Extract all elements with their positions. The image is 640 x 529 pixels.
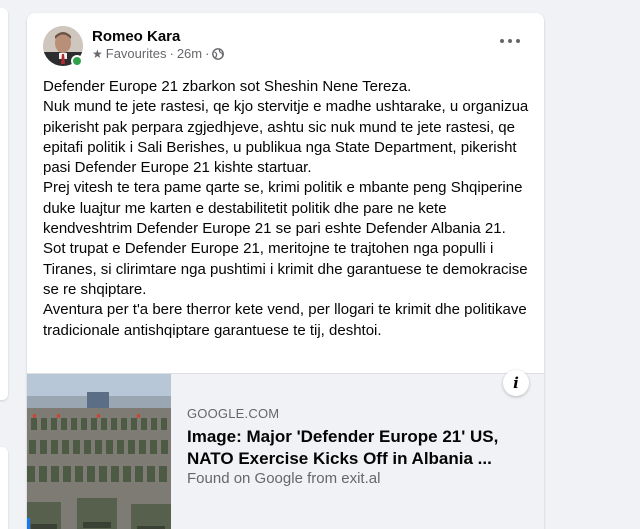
audience-label[interactable]: Favourites: [106, 46, 167, 61]
post-timestamp[interactable]: 26m: [177, 46, 202, 61]
post-paragraph: Defender Europe 21 zbarkon sot Sheshin N…: [43, 78, 412, 95]
link-domain: GOOGLE.COM: [187, 406, 280, 421]
info-icon[interactable]: i: [503, 370, 529, 396]
post-body: Defender Europe 21 zbarkon sot Sheshin N…: [43, 77, 538, 341]
meta-separator-2: ·: [205, 46, 210, 61]
post-paragraph: Sot trupat e Defender Europe 21, meritoj…: [43, 240, 528, 298]
focus-indicator: [27, 518, 30, 529]
feed-post: Romeo Kara ★ Favourites · 26m · Defender…: [27, 13, 544, 529]
post-paragraph: Prej vitesh te tera pame qarte se, krimi…: [43, 179, 523, 238]
star-icon: ★: [92, 46, 103, 61]
post-author-name[interactable]: Romeo Kara: [92, 28, 180, 45]
link-description: Found on Google from exit.al: [187, 470, 381, 487]
meta-separator: ·: [169, 46, 174, 61]
link-preview-card[interactable]: GOOGLE.COM Image: Major 'Defender Europe…: [27, 370, 544, 529]
link-title[interactable]: Image: Major 'Defender Europe 21' US, NA…: [187, 426, 532, 470]
post-paragraph: Aventura per t'a bere therror kete vend,…: [43, 301, 527, 339]
online-status-dot: [71, 55, 83, 67]
post-meta: ★ Favourites · 26m ·: [92, 46, 225, 61]
post-paragraph: Nuk mund te jete rastesi, qe kjo stervit…: [43, 98, 529, 177]
more-horizontal-icon[interactable]: [498, 31, 522, 51]
left-column-edge: [0, 0, 10, 529]
link-preview-thumbnail[interactable]: [27, 374, 171, 529]
globe-icon[interactable]: [212, 47, 225, 60]
left-card-top: [0, 8, 8, 400]
left-card-bottom: [0, 447, 8, 529]
